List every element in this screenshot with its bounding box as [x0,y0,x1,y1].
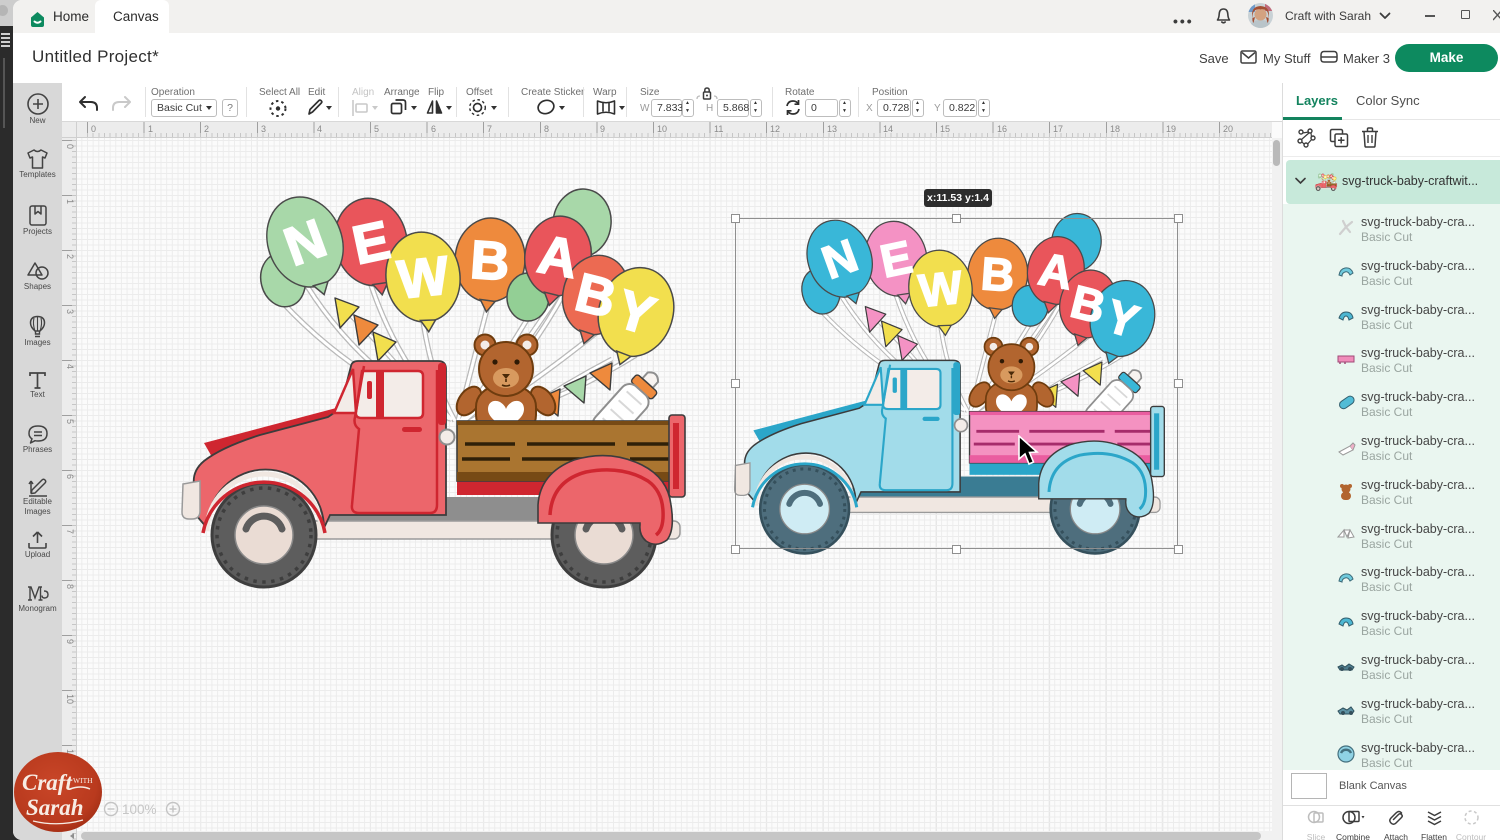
svg-text:100%: 100% [122,802,157,817]
svg-text:WITH: WITH [73,776,93,785]
svg-text:Craft: Craft [22,770,72,795]
svg-text:Sarah: Sarah [26,795,84,820]
